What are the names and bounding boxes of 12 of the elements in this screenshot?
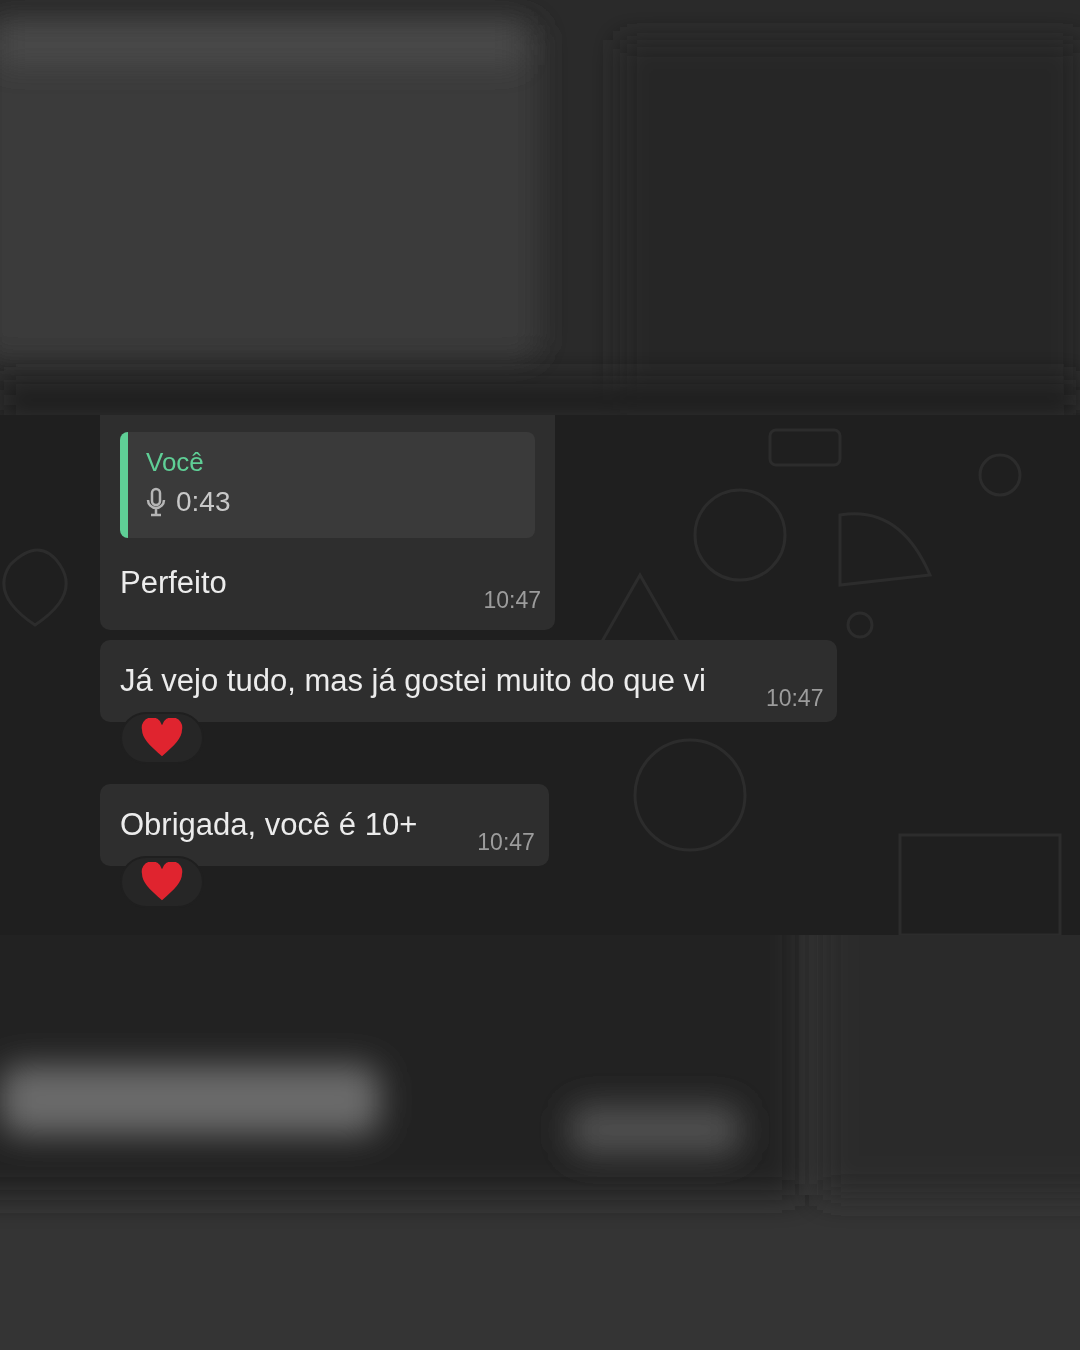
microphone-icon (146, 487, 166, 517)
heart-icon (140, 862, 184, 902)
quoted-message[interactable]: Você 0:43 (120, 432, 535, 538)
message-time: 10:47 (765, 684, 824, 712)
message-time: 10:47 (483, 586, 541, 614)
message-text: Obrigada, você é 10+ (120, 806, 418, 844)
message-time: 10:47 (477, 828, 535, 856)
message-text: Perfeito (120, 564, 227, 602)
message-text: Já vejo tudo, mas já gostei muito do que vi (120, 662, 706, 700)
quote-author: Você (146, 446, 205, 478)
heart-icon (140, 718, 184, 758)
voice-duration: 0:43 (176, 486, 231, 518)
